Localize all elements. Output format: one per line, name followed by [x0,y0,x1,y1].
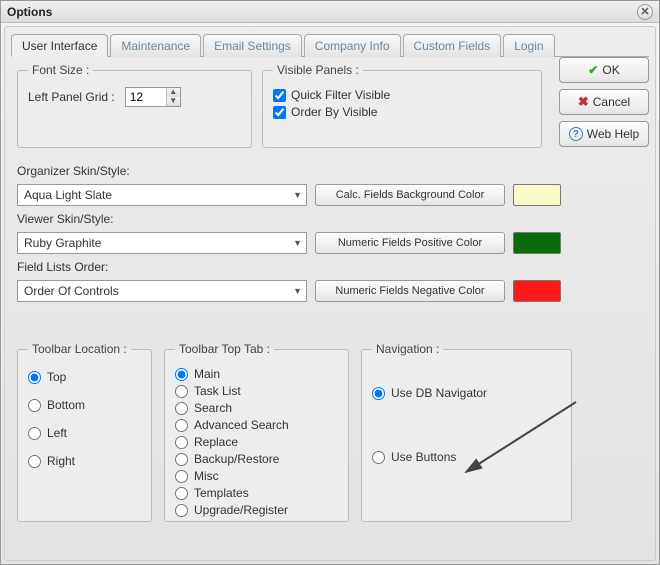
visible-panels-fieldset: Visible Panels : Quick Filter Visible Or… [262,63,542,148]
field-lists-order-label: Field Lists Order: [17,260,307,274]
toolbar-tab-search-radio[interactable]: Search [175,401,338,415]
calc-bg-color-button[interactable]: Calc. Fields Background Color [315,184,505,206]
toolbar-top-tab-fieldset: Toolbar Top Tab : Main Task List Search … [164,342,349,522]
toolbar-tab-upgrade-radio[interactable]: Upgrade/Register [175,503,338,517]
order-by-visible-checkbox[interactable]: Order By Visible [273,105,531,119]
toolbar-loc-left-radio[interactable]: Left [28,426,141,440]
field-lists-order-dropdown[interactable]: Order Of Controls ▼ [17,280,307,302]
toolbar-tab-tasklist-radio[interactable]: Task List [175,384,338,398]
close-icon: ✕ [640,5,649,18]
tab-custom-fields[interactable]: Custom Fields [403,34,502,57]
navigation-legend: Navigation : [372,342,443,356]
tab-user-interface[interactable]: User Interface [11,34,108,57]
toolbar-loc-right-radio[interactable]: Right [28,454,141,468]
numeric-negative-color-button[interactable]: Numeric Fields Negative Color [315,280,505,302]
toolbar-tab-replace-radio[interactable]: Replace [175,435,338,449]
toolbar-loc-bottom-radio[interactable]: Bottom [28,398,141,412]
navigation-fieldset: Navigation : Use DB Navigator Use Button… [361,342,572,522]
left-panel-grid-spinner[interactable]: ▲ ▼ [125,87,181,107]
toolbar-location-fieldset: Toolbar Location : Top Bottom Left [17,342,152,522]
toolbar-top-tab-legend: Toolbar Top Tab : [175,342,274,356]
organizer-skin-label: Organizer Skin/Style: [17,164,307,178]
quick-filter-visible-input[interactable] [273,89,286,102]
chevron-down-icon: ▼ [293,286,302,296]
tabbar: User Interface Maintenance Email Setting… [11,33,649,57]
tab-body: Font Size : Left Panel Grid : ▲ ▼ [11,57,649,557]
toolbar-loc-top-radio[interactable]: Top [28,370,141,384]
quick-filter-visible-checkbox[interactable]: Quick Filter Visible [273,88,531,102]
use-db-navigator-radio[interactable]: Use DB Navigator [372,386,561,400]
fontsize-legend: Font Size : [28,63,93,77]
field-lists-order-value: Order Of Controls [24,284,119,298]
numeric-negative-color-swatch[interactable] [513,280,561,302]
window-title: Options [7,5,52,19]
visible-panels-legend: Visible Panels : [273,63,363,77]
content: User Interface Maintenance Email Setting… [4,26,656,561]
toolbar-tab-templates-radio[interactable]: Templates [175,486,338,500]
toolbar-tab-main-radio[interactable]: Main [175,367,338,381]
tab-maintenance[interactable]: Maintenance [110,34,201,57]
tab-login[interactable]: Login [503,34,554,57]
spinner-down-icon[interactable]: ▼ [167,97,180,106]
calc-bg-color-swatch[interactable] [513,184,561,206]
order-by-visible-input[interactable] [273,106,286,119]
viewer-skin-value: Ruby Graphite [24,236,101,250]
use-buttons-radio[interactable]: Use Buttons [372,450,561,464]
chevron-down-icon: ▼ [293,238,302,248]
toolbar-tab-backup-radio[interactable]: Backup/Restore [175,452,338,466]
left-panel-grid-input[interactable] [126,89,166,105]
left-panel-grid-label: Left Panel Grid : [28,90,115,104]
options-window: Options ✕ User Interface Maintenance Ema… [0,0,660,565]
fontsize-fieldset: Font Size : Left Panel Grid : ▲ ▼ [17,63,252,148]
organizer-skin-dropdown[interactable]: Aqua Light Slate ▼ [17,184,307,206]
numeric-positive-color-swatch[interactable] [513,232,561,254]
toolbar-tab-misc-radio[interactable]: Misc [175,469,338,483]
order-by-label: Order By Visible [291,105,377,119]
viewer-skin-label: Viewer Skin/Style: [17,212,307,226]
toolbar-location-legend: Toolbar Location : [28,342,131,356]
titlebar: Options ✕ [1,1,659,23]
tab-email-settings[interactable]: Email Settings [203,34,302,57]
window-close-button[interactable]: ✕ [637,4,653,20]
tab-company-info[interactable]: Company Info [304,34,401,57]
organizer-skin-value: Aqua Light Slate [24,188,112,202]
toolbar-tab-advsearch-radio[interactable]: Advanced Search [175,418,338,432]
numeric-positive-color-button[interactable]: Numeric Fields Positive Color [315,232,505,254]
viewer-skin-dropdown[interactable]: Ruby Graphite ▼ [17,232,307,254]
quick-filter-label: Quick Filter Visible [291,88,390,102]
chevron-down-icon: ▼ [293,190,302,200]
